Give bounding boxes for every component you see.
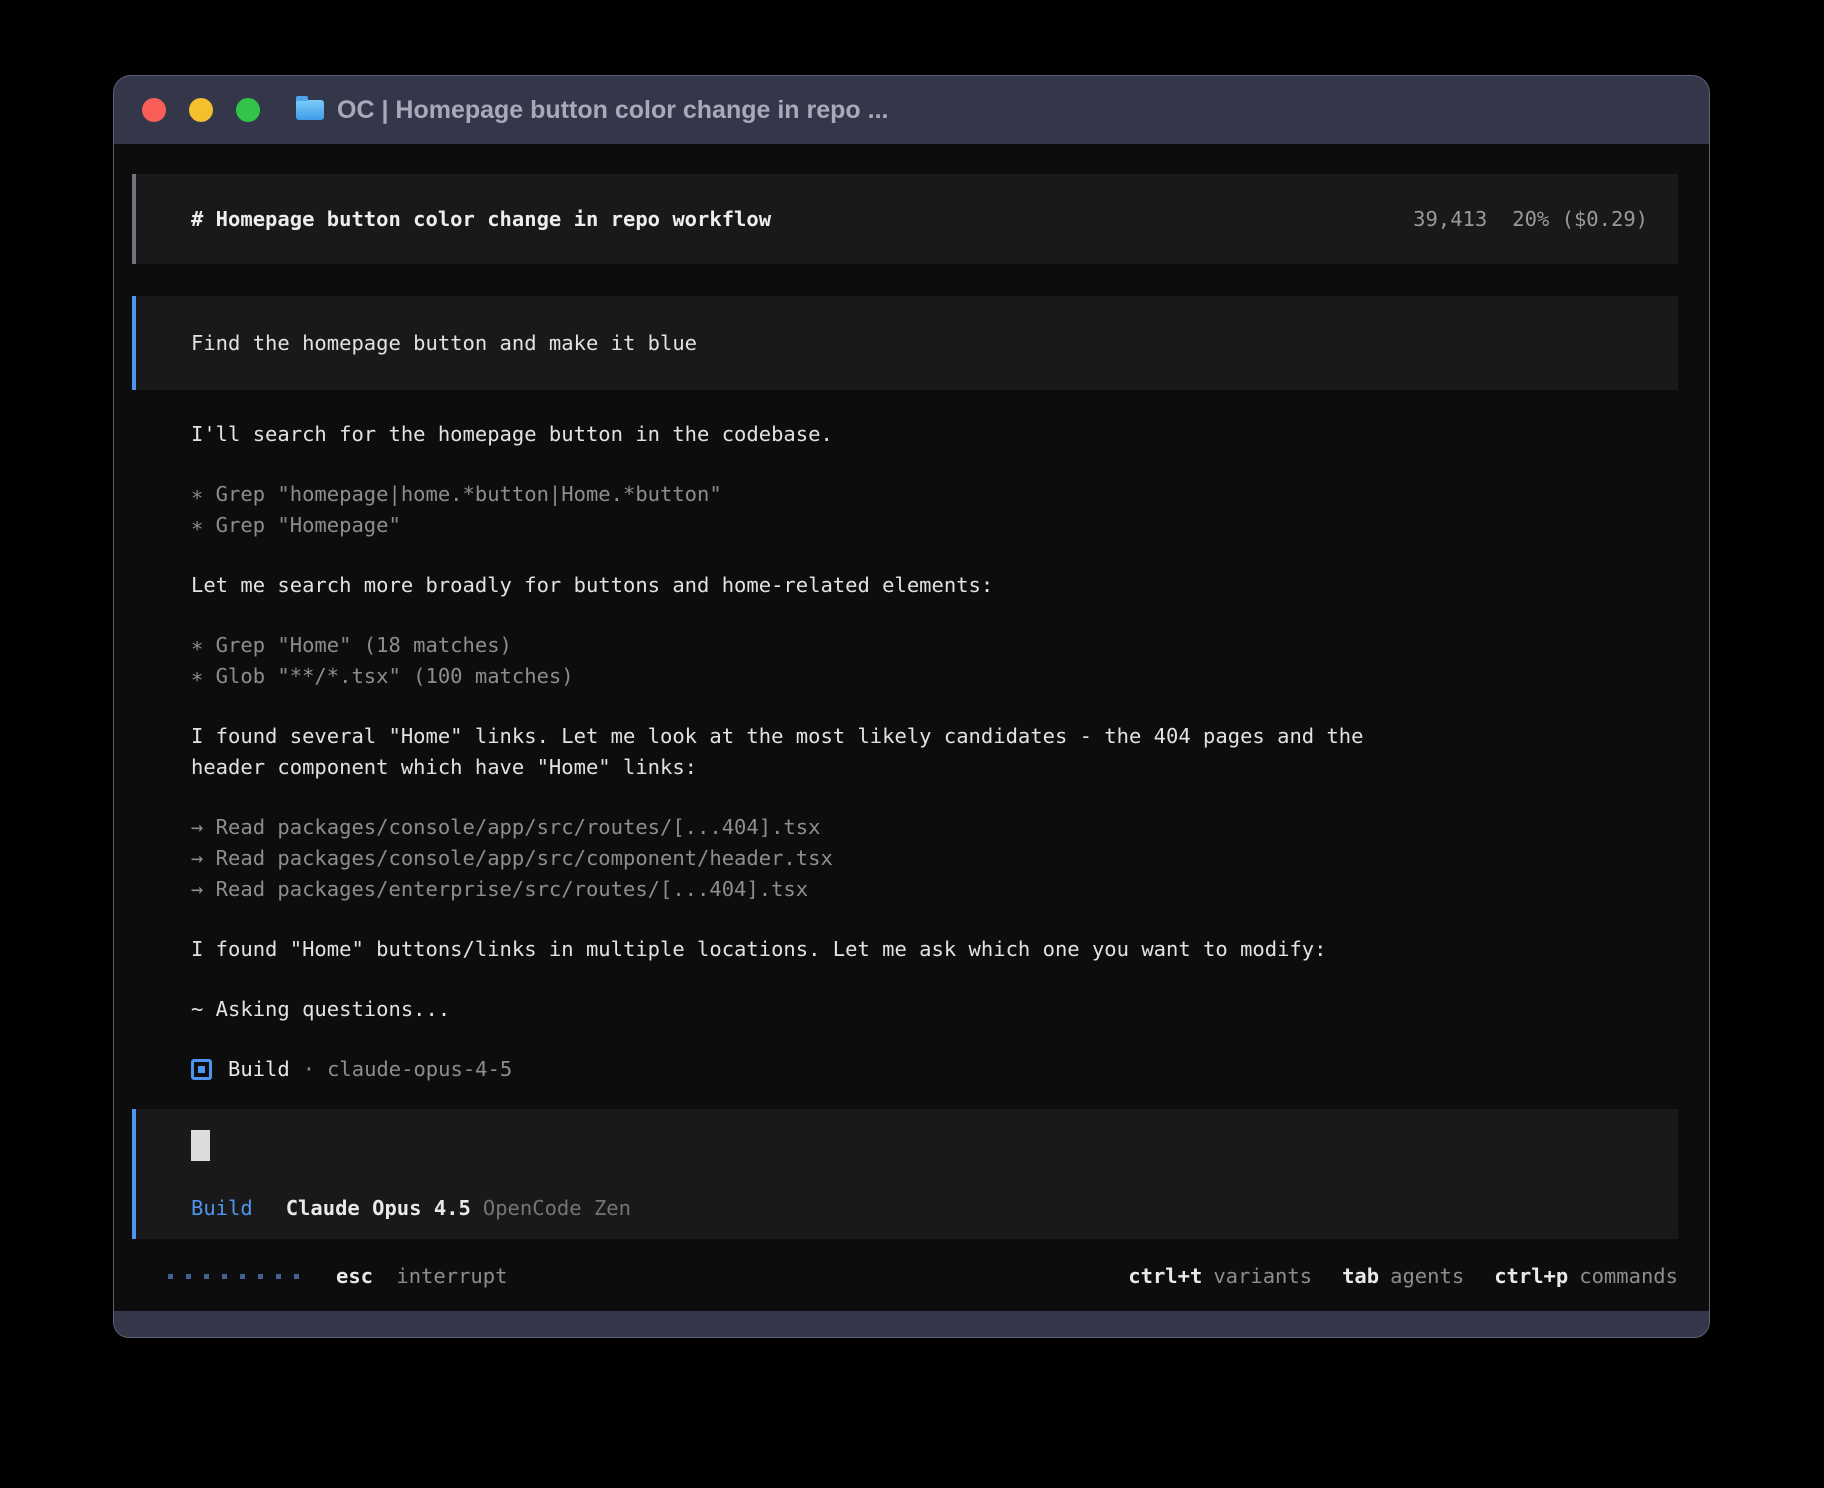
agent-name: Build (228, 1054, 290, 1085)
status-bar: esc interrupt ctrl+tvariantstabagentsctr… (168, 1261, 1678, 1292)
tool-call-block: ∗ Grep "homepage|home.*button|Home.*butt… (191, 479, 1678, 541)
text-line: → Read packages/console/app/src/componen… (191, 843, 1678, 874)
window-titlebar[interactable]: OC | Homepage button color change in rep… (114, 76, 1709, 144)
text-line: I found "Home" buttons/links in multiple… (191, 934, 1678, 965)
chat-transcript: I'll search for the homepage button in t… (191, 419, 1678, 1025)
agent-status-row: Build · claude-opus-4-5 (191, 1054, 1678, 1085)
hint-label: agents (1390, 1264, 1464, 1288)
agent-model: claude-opus-4-5 (327, 1054, 512, 1085)
text-line: Let me search more broadly for buttons a… (191, 570, 1678, 601)
text-line: ~ Asking questions... (191, 994, 1678, 1025)
text-line: header component which have "Home" links… (191, 752, 1678, 783)
hint-label: commands (1579, 1264, 1678, 1288)
text-line: I'll search for the homepage button in t… (191, 419, 1678, 450)
context-cost: 20% ($0.29) (1512, 204, 1648, 235)
assistant-text-block: Let me search more broadly for buttons a… (191, 570, 1678, 601)
assistant-text-block: ~ Asking questions... (191, 994, 1678, 1025)
folder-icon (296, 100, 324, 120)
hint-interrupt: esc interrupt (336, 1261, 507, 1292)
spinner-dot (240, 1274, 245, 1279)
spinner-dot (168, 1274, 173, 1279)
spinner-dot (258, 1274, 263, 1279)
terminal-content: # Homepage button color change in repo w… (114, 144, 1709, 1311)
tool-call-block: → Read packages/console/app/src/routes/[… (191, 812, 1678, 905)
spinner-dot (294, 1274, 299, 1279)
text-line: ∗ Grep "homepage|home.*button|Home.*butt… (191, 479, 1678, 510)
working-spinner (168, 1274, 299, 1279)
hint-variants: ctrl+t variants (1128, 1261, 1312, 1292)
keyboard-hints: ctrl+t variants tab agents ctrl+p commands (1128, 1261, 1678, 1292)
hint-key-esc: esc (336, 1264, 373, 1288)
terminal-window: OC | Homepage button color change in rep… (113, 75, 1710, 1338)
session-stats: 39,413 20% ($0.29) (1413, 204, 1648, 235)
token-count: 39,413 (1413, 204, 1487, 235)
hint-key: tab (1342, 1264, 1379, 1288)
assistant-text-block: I'll search for the homepage button in t… (191, 419, 1678, 450)
text-line: → Read packages/console/app/src/routes/[… (191, 812, 1678, 843)
assistant-text-block: I found "Home" buttons/links in multiple… (191, 934, 1678, 965)
traffic-lights (142, 98, 283, 122)
input-model-label: Claude Opus 4.5 (286, 1193, 471, 1224)
text-line: I found several "Home" links. Let me loo… (191, 721, 1678, 752)
assistant-text-block: I found several "Home" links. Let me loo… (191, 721, 1678, 783)
session-header: # Homepage button color change in repo w… (132, 174, 1678, 264)
text-cursor (191, 1130, 210, 1161)
text-line: ∗ Glob "**/*.tsx" (100 matches) (191, 661, 1678, 692)
hint-key: ctrl+p (1494, 1264, 1568, 1288)
build-agent-icon (191, 1059, 212, 1080)
prompt-input[interactable]: Build Claude Opus 4.5 OpenCode Zen (132, 1109, 1678, 1239)
hint-commands: ctrl+p commands (1494, 1261, 1678, 1292)
agent-separator: · (303, 1054, 315, 1085)
model-info-row: Build Claude Opus 4.5 OpenCode Zen (191, 1193, 1648, 1224)
session-title: # Homepage button color change in repo w… (191, 204, 771, 235)
input-provider-label: OpenCode Zen (483, 1193, 631, 1224)
window-title: OC | Homepage button color change in rep… (337, 96, 888, 125)
spinner-dot (204, 1274, 209, 1279)
zoom-button[interactable] (236, 98, 260, 122)
text-line: ∗ Grep "Home" (18 matches) (191, 630, 1678, 661)
hint-key: ctrl+t (1128, 1264, 1202, 1288)
build-agent-icon-inner (198, 1066, 205, 1073)
spinner-dot (186, 1274, 191, 1279)
desktop: OC | Homepage button color change in rep… (0, 0, 1824, 1488)
hint-label: variants (1213, 1264, 1312, 1288)
user-message-text: Find the homepage button and make it blu… (191, 328, 697, 359)
user-message: Find the homepage button and make it blu… (132, 296, 1678, 390)
tool-call-block: ∗ Grep "Home" (18 matches)∗ Glob "**/*.t… (191, 630, 1678, 692)
text-line: ∗ Grep "Homepage" (191, 510, 1678, 541)
hint-agents: tab agents (1342, 1261, 1464, 1292)
hint-label-interrupt: interrupt (396, 1264, 507, 1288)
minimize-button[interactable] (189, 98, 213, 122)
close-button[interactable] (142, 98, 166, 122)
window-bottom-bar (114, 1311, 1709, 1337)
spinner-dot (222, 1274, 227, 1279)
input-agent-label: Build (191, 1193, 253, 1224)
text-line: → Read packages/enterprise/src/routes/[.… (191, 874, 1678, 905)
spinner-dot (276, 1274, 281, 1279)
